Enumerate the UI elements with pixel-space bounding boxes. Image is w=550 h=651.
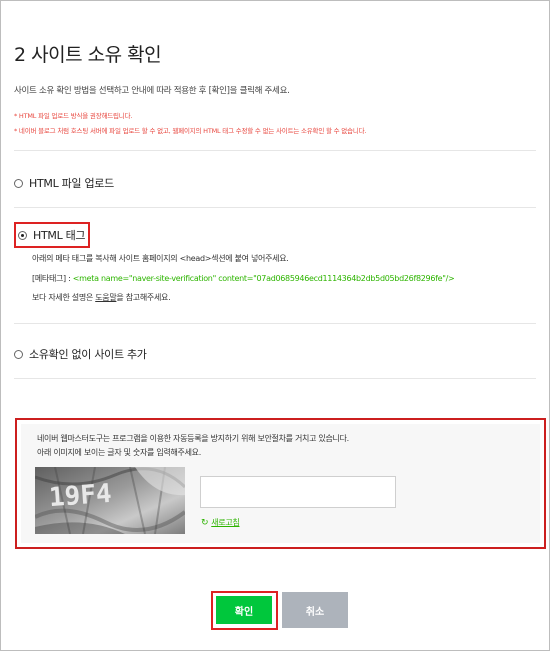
meta-tag-code[interactable]: <meta name="naver-site-verification" con…: [73, 274, 455, 283]
cancel-button[interactable]: 취소: [282, 592, 348, 628]
confirm-button[interactable]: 확인: [216, 596, 272, 624]
divider: [14, 207, 536, 208]
captcha-instruction: 아래 이미지에 보이는 글자 및 숫자를 입력해주세요.: [37, 448, 201, 457]
radio-html-file-upload[interactable]: [14, 178, 23, 188]
captcha-panel: 네이버 웹마스터도구는 프로그램을 이용한 자동등록을 방지하기 위해 보안절차…: [21, 424, 540, 543]
radio-html-tag[interactable]: [18, 230, 27, 240]
divider: [14, 323, 536, 324]
notice-restriction: * 네이버 블로그 처럼 호스팅 서버에 파일 업로드 할 수 없고, 웹페이지…: [14, 127, 367, 135]
captcha-refresh[interactable]: ↻ 새로고침: [201, 517, 240, 528]
captcha-input[interactable]: [200, 476, 396, 508]
help-prefix: 보다 자세한 설명은: [32, 293, 96, 302]
refresh-icon: ↻: [201, 517, 209, 528]
page-title: 2 사이트 소유 확인: [14, 44, 162, 66]
help-link[interactable]: 도움말: [95, 293, 116, 302]
option-no-verification-label: 소유확인 없이 사이트 추가: [29, 348, 147, 361]
meta-tag-line: [메타태그] : <meta name="naver-site-verifica…: [32, 273, 455, 284]
captcha-image-graphic: 19F4: [35, 467, 185, 534]
captcha-glyphs: 19F4: [48, 479, 113, 513]
help-suffix: 을 참고해주세요.: [116, 293, 171, 302]
refresh-label: 새로고침: [211, 518, 240, 527]
meta-tag-label: [메타태그] :: [32, 274, 73, 283]
captcha-section: 네이버 웹마스터도구는 프로그램을 이용한 자동등록을 방지하기 위해 보안절차…: [15, 418, 546, 549]
captcha-image: 19F4: [35, 467, 185, 534]
option-html-tag-label: HTML 태그: [33, 229, 86, 242]
option-no-verification[interactable]: 소유확인 없이 사이트 추가: [14, 346, 147, 362]
captcha-description: 네이버 웹마스터도구는 프로그램을 이용한 자동등록을 방지하기 위해 보안절차…: [37, 434, 349, 443]
notice-recommend: * HTML 파일 업로드 방식을 권장해드립니다.: [14, 112, 133, 120]
window-frame: [0, 0, 550, 651]
option-html-file-upload-label: HTML 파일 업로드: [29, 177, 114, 190]
option-html-file-upload[interactable]: HTML 파일 업로드: [14, 175, 114, 191]
radio-no-verification[interactable]: [14, 349, 23, 359]
confirm-button-highlight: 확인: [211, 591, 278, 630]
divider: [14, 378, 536, 379]
divider: [14, 150, 536, 151]
option-html-tag[interactable]: HTML 태그: [14, 222, 91, 248]
intro-text: 사이트 소유 확인 방법을 선택하고 안내에 따라 적용한 후 [확인]을 클릭…: [14, 86, 290, 96]
html-tag-instruction: 아래의 메타 태그를 복사해 사이트 홈페이지의 <head>섹션에 붙여 넣어…: [32, 254, 289, 263]
help-line: 보다 자세한 설명은 도움말을 참고해주세요.: [32, 292, 171, 303]
